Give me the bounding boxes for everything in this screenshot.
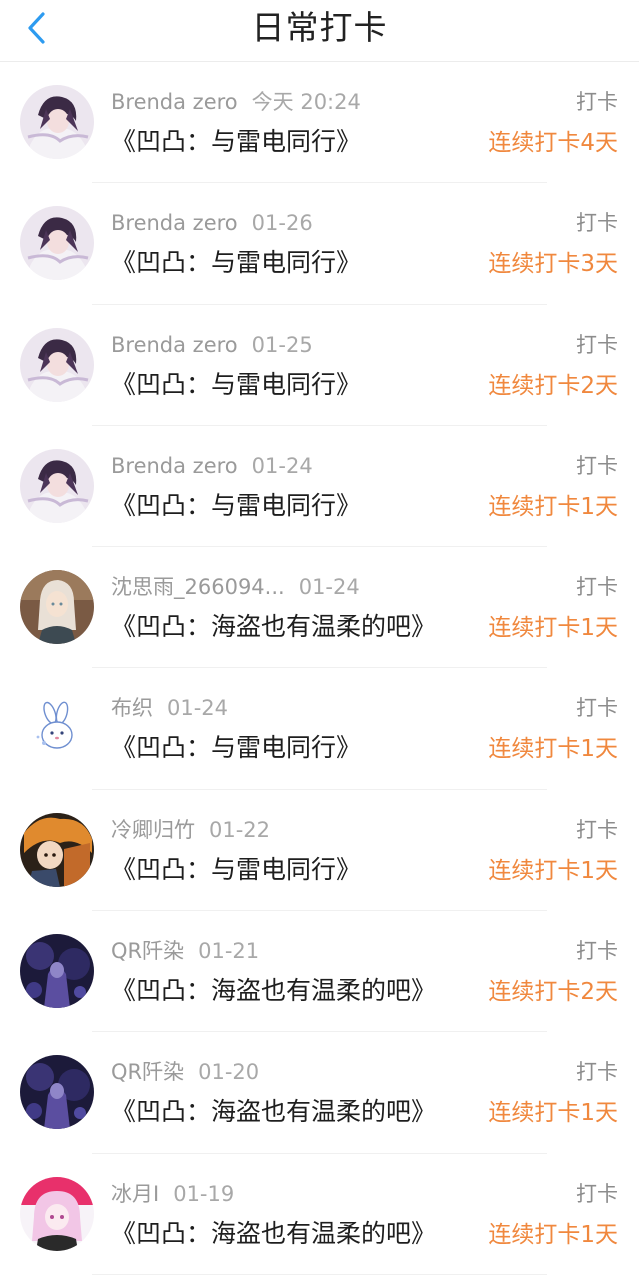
streak-label: 连续打卡2天 <box>488 979 618 1006</box>
username[interactable]: QR阡染 <box>111 939 184 963</box>
purple-anime-avatar[interactable] <box>20 206 94 281</box>
username[interactable]: Brenda zero <box>111 211 238 235</box>
timestamp: 01-24 <box>251 453 313 478</box>
timestamp: 01-19 <box>173 1181 235 1206</box>
checkin-label: 打卡 <box>576 90 618 114</box>
book-title[interactable]: 《凹凸：海盗也有温柔的吧》 <box>111 1094 436 1130</box>
timestamp: 01-25 <box>251 332 313 357</box>
list-item[interactable]: Brenda zero 今天 20:24 《凹凸：与雷电同行》 打卡 连续打卡4天 <box>0 62 639 184</box>
purple-anime-avatar[interactable] <box>20 327 94 402</box>
checkin-label: 打卡 <box>576 1181 618 1206</box>
checkin-label: 打卡 <box>576 696 618 721</box>
username[interactable]: Brenda zero <box>111 333 238 357</box>
white-bunny-avatar[interactable] <box>20 691 94 766</box>
book-title[interactable]: 《凹凸：海盗也有温柔的吧》 <box>111 1216 436 1252</box>
brown-anime-avatar[interactable] <box>20 570 94 645</box>
book-title[interactable]: 《凹凸：与雷电同行》 <box>111 730 361 766</box>
list-item[interactable]: QR阡染 01-21 《凹凸：海盗也有温柔的吧》 打卡 连续打卡2天 <box>0 911 639 1033</box>
checkin-list: Brenda zero 今天 20:24 《凹凸：与雷电同行》 打卡 连续打卡4天… <box>0 62 639 1275</box>
checkin-label: 打卡 <box>576 939 618 964</box>
username[interactable]: 冷卿归竹 <box>111 818 195 842</box>
checkin-label: 打卡 <box>576 1060 618 1085</box>
checkin-label: 打卡 <box>576 575 618 600</box>
item-meta: 布织 01-24 <box>111 694 228 722</box>
dark-blue-anime-avatar[interactable] <box>20 934 94 1009</box>
item-meta: Brenda zero 01-26 <box>111 209 313 237</box>
book-title[interactable]: 《凹凸：与雷电同行》 <box>111 488 361 524</box>
item-meta: Brenda zero 01-24 <box>111 452 313 480</box>
item-meta: QR阡染 01-21 <box>111 937 259 965</box>
timestamp: 01-26 <box>251 211 313 236</box>
timestamp: 01-21 <box>198 939 260 964</box>
streak-label: 连续打卡1天 <box>488 1100 618 1127</box>
checkin-label: 打卡 <box>576 332 618 357</box>
streak-label: 连续打卡1天 <box>488 493 618 520</box>
orange-anime-avatar[interactable] <box>20 812 94 887</box>
pink-anime-avatar[interactable] <box>20 1176 94 1251</box>
list-item[interactable]: Brenda zero 01-26 《凹凸：与雷电同行》 打卡 连续打卡3天 <box>0 183 639 305</box>
streak-label: 连续打卡1天 <box>488 736 618 763</box>
book-title[interactable]: 《凹凸：海盗也有温柔的吧》 <box>111 609 436 645</box>
username[interactable]: Brenda zero <box>111 454 238 478</box>
purple-anime-avatar[interactable] <box>20 448 94 523</box>
username[interactable]: Brenda zero <box>111 90 238 114</box>
timestamp: 01-24 <box>298 575 360 600</box>
list-item[interactable]: Brenda zero 01-24 《凹凸：与雷电同行》 打卡 连续打卡1天 <box>0 426 639 548</box>
list-item[interactable]: 沈思雨_266094... 01-24 《凹凸：海盗也有温柔的吧》 打卡 连续打卡… <box>0 547 639 669</box>
timestamp: 01-22 <box>209 817 271 842</box>
streak-label: 连续打卡3天 <box>488 251 618 278</box>
book-title[interactable]: 《凹凸：与雷电同行》 <box>111 852 361 888</box>
item-meta: 冷卿归竹 01-22 <box>111 816 270 844</box>
streak-label: 连续打卡4天 <box>488 130 618 156</box>
timestamp: 今天 20:24 <box>251 90 361 114</box>
streak-label: 连续打卡1天 <box>488 1221 618 1248</box>
checkin-label: 打卡 <box>576 211 618 236</box>
checkin-label: 打卡 <box>576 453 618 478</box>
checkin-label: 打卡 <box>576 817 618 842</box>
app-header: 日常打卡 <box>0 0 639 62</box>
list-item[interactable]: QR阡染 01-20 《凹凸：海盗也有温柔的吧》 打卡 连续打卡1天 <box>0 1032 639 1154</box>
book-title[interactable]: 《凹凸：与雷电同行》 <box>111 124 361 160</box>
username[interactable]: 冰月I <box>111 1182 159 1206</box>
list-item[interactable]: 冷卿归竹 01-22 《凹凸：与雷电同行》 打卡 连续打卡1天 <box>0 790 639 912</box>
item-meta: Brenda zero 今天 20:24 <box>111 88 361 116</box>
username[interactable]: 沈思雨_266094... <box>111 575 285 599</box>
username[interactable]: QR阡染 <box>111 1060 184 1084</box>
streak-label: 连续打卡1天 <box>488 615 618 642</box>
timestamp: 01-24 <box>167 696 229 721</box>
divider <box>92 1273 547 1275</box>
item-meta: 冰月I 01-19 <box>111 1180 234 1208</box>
list-item[interactable]: 布织 01-24 《凹凸：与雷电同行》 打卡 连续打卡1天 <box>0 668 639 790</box>
purple-anime-avatar[interactable] <box>20 85 94 159</box>
list-item[interactable]: Brenda zero 01-25 《凹凸：与雷电同行》 打卡 连续打卡2天 <box>0 305 639 426</box>
page-title: 日常打卡 <box>251 8 388 47</box>
timestamp: 01-20 <box>198 1060 260 1085</box>
list-item[interactable]: 冰月I 01-19 《凹凸：海盗也有温柔的吧》 打卡 连续打卡1天 <box>0 1154 639 1275</box>
item-meta: 沈思雨_266094... 01-24 <box>111 573 360 601</box>
streak-label: 连续打卡2天 <box>488 372 618 399</box>
streak-label: 连续打卡1天 <box>488 857 618 884</box>
book-title[interactable]: 《凹凸：与雷电同行》 <box>111 367 361 403</box>
book-title[interactable]: 《凹凸：海盗也有温柔的吧》 <box>111 973 436 1009</box>
item-meta: QR阡染 01-20 <box>111 1058 259 1086</box>
item-meta: Brenda zero 01-25 <box>111 331 313 359</box>
book-title[interactable]: 《凹凸：与雷电同行》 <box>111 245 361 281</box>
dark-blue-anime-avatar[interactable] <box>20 1055 94 1130</box>
username[interactable]: 布织 <box>111 696 153 720</box>
